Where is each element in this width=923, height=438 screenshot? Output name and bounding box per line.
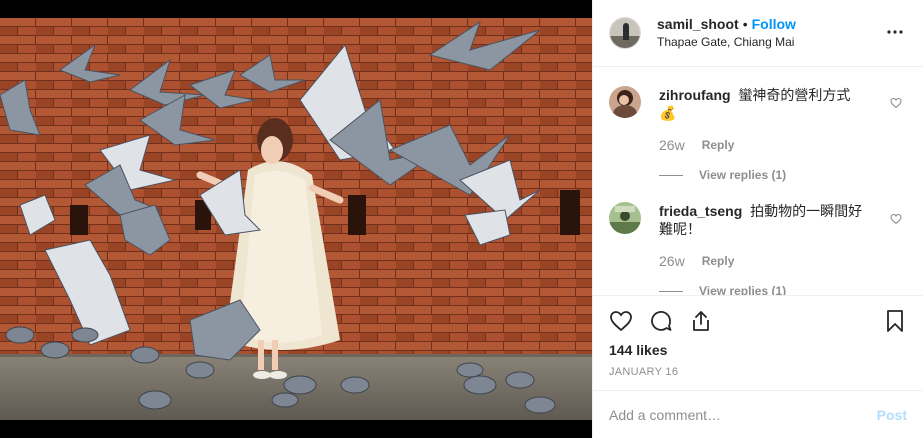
view-replies-button[interactable]: View replies (1) [659, 282, 864, 295]
comment-text-line: frieda_tseng 拍動物的一瞬間好難呢！ [659, 202, 864, 238]
view-replies-label: View replies (1) [699, 284, 787, 295]
avatar-image [610, 18, 640, 48]
view-replies-button[interactable]: View replies (1) [659, 166, 864, 184]
comment-body: frieda_tseng 拍動物的一瞬間好難呢！ 26w Reply View … [659, 202, 864, 295]
comment-text-line: zihroufang 蠻神奇的營利方式💰 [659, 86, 864, 122]
comment-time[interactable]: 26w [659, 136, 685, 154]
comment-username[interactable]: zihroufang [659, 87, 731, 103]
add-comment-bar: Post [593, 390, 923, 438]
comment-meta: 26w Reply [659, 252, 864, 270]
reply-button[interactable]: Reply [702, 252, 735, 270]
likes-count[interactable]: 144 likes [609, 342, 907, 358]
comment-input[interactable] [609, 406, 877, 423]
comments-list[interactable]: zihroufang 蠻神奇的營利方式💰 26w Reply View repl… [593, 68, 923, 295]
post-location[interactable]: Thapae Gate, Chiang Mai [657, 33, 796, 51]
post-photo[interactable] [0, 0, 592, 438]
replies-divider [659, 174, 683, 176]
commenter-avatar[interactable] [609, 86, 641, 118]
comment-item: frieda_tseng 拍動物的一瞬間好難呢！ 26w Reply View … [609, 184, 907, 295]
comment-meta: 26w Reply [659, 136, 864, 154]
comment-icon[interactable] [649, 309, 673, 333]
post-header: samil_shoot • Follow Thapae Gate, Chiang… [593, 0, 923, 67]
author-username[interactable]: samil_shoot [657, 15, 739, 33]
share-icon[interactable] [689, 309, 713, 333]
author-line: samil_shoot • Follow [657, 15, 796, 33]
comment-username[interactable]: frieda_tseng [659, 203, 742, 219]
action-buttons [609, 296, 907, 346]
comment-body: zihroufang 蠻神奇的營利方式💰 26w Reply View repl… [659, 86, 864, 184]
post-sidebar: samil_shoot • Follow Thapae Gate, Chiang… [592, 0, 923, 438]
photo-of-woman-with-pigeons [0, 0, 592, 438]
separator-dot: • [742, 16, 748, 32]
post-actions: 144 likes JANUARY 16 [593, 295, 923, 378]
post-date[interactable]: JANUARY 16 [609, 366, 907, 378]
view-replies-label: View replies (1) [699, 168, 787, 182]
avatar[interactable] [609, 17, 641, 49]
post-dialog: samil_shoot • Follow Thapae Gate, Chiang… [0, 0, 923, 438]
post-author-block: samil_shoot • Follow Thapae Gate, Chiang… [657, 15, 796, 51]
comment-time[interactable]: 26w [659, 252, 685, 270]
follow-button[interactable]: Follow [752, 15, 796, 33]
replies-divider [659, 290, 683, 292]
bookmark-icon[interactable] [883, 309, 907, 333]
more-horizontal-icon[interactable] [883, 24, 907, 40]
heart-icon[interactable] [609, 309, 633, 333]
comment-item: zihroufang 蠻神奇的營利方式💰 26w Reply View repl… [609, 68, 907, 184]
reply-button[interactable]: Reply [702, 136, 735, 154]
post-comment-button[interactable]: Post [877, 407, 907, 423]
commenter-avatar[interactable] [609, 202, 641, 234]
comment-like-heart-icon[interactable] [890, 212, 902, 228]
comment-like-heart-icon[interactable] [890, 96, 902, 112]
